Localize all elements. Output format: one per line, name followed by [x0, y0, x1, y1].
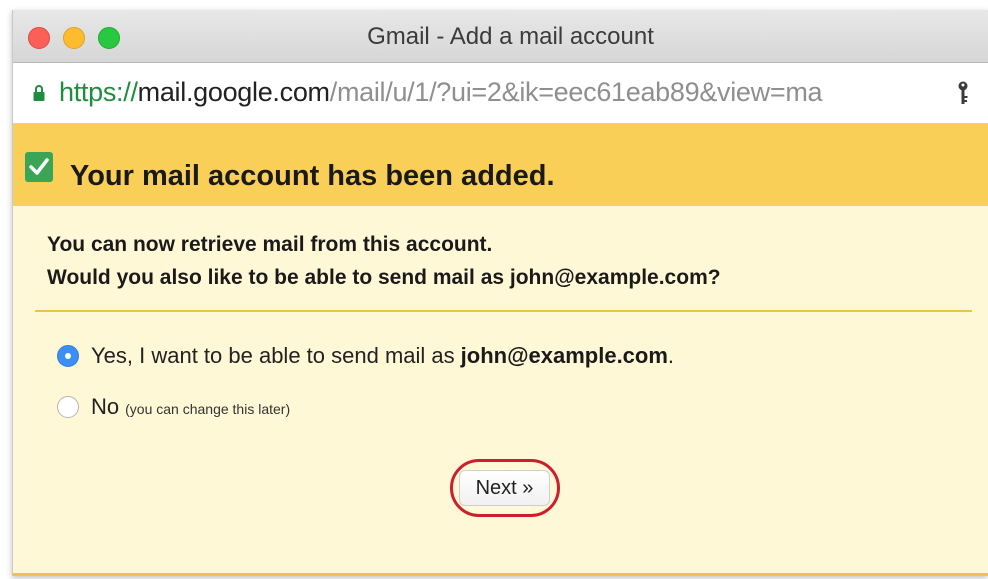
option-yes-label: Yes, I want to be able to send mail as [91, 343, 455, 368]
url-text[interactable]: https://mail.google.com/mail/u/1/?ui=2&i… [59, 77, 823, 108]
checkmark-glyph [29, 158, 49, 175]
message-line-2: Would you also like to be able to send m… [47, 266, 721, 289]
window-title: Gmail - Add a mail account [367, 23, 654, 50]
next-button[interactable]: Next » [459, 470, 550, 506]
message-line-1: You can now retrieve mail from this acco… [47, 233, 493, 256]
option-yes-email: john@example.com [460, 343, 668, 368]
radio-no[interactable] [57, 396, 79, 418]
option-yes[interactable]: Yes, I want to be able to send mail as j… [57, 343, 674, 369]
checkmark-icon [25, 152, 53, 182]
url-host: mail.google.com [137, 77, 330, 107]
bottom-border [13, 573, 988, 576]
url-scheme: https:// [59, 77, 138, 107]
browser-window: Gmail - Add a mail account https://mail.… [12, 10, 988, 576]
address-bar[interactable]: https://mail.google.com/mail/u/1/?ui=2&i… [13, 63, 988, 124]
option-yes-period: . [667, 343, 675, 368]
success-heading: Your mail account has been added. [70, 160, 555, 192]
title-bar: Gmail - Add a mail account [13, 10, 988, 63]
option-no-note: (you can change this later) [125, 401, 291, 417]
url-path: /mail/u/1/?ui=2&ik=eec61eab89&view=ma [329, 77, 823, 107]
success-banner: Your mail account has been added. [13, 124, 988, 206]
dialog-content: Your mail account has been added. You ca… [13, 124, 988, 576]
option-no[interactable]: No (you can change this later) [57, 394, 290, 420]
divider [35, 310, 972, 312]
radio-yes[interactable] [57, 345, 79, 367]
lock-icon [33, 85, 45, 101]
option-no-label: No [91, 394, 120, 419]
key-icon[interactable] [956, 81, 970, 105]
